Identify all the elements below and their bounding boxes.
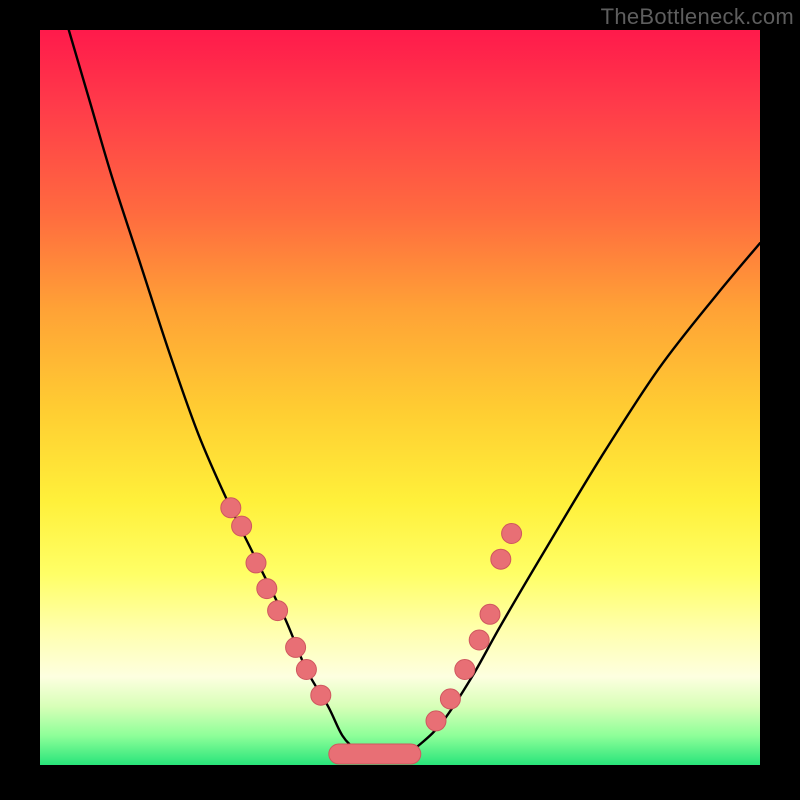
- data-point: [502, 524, 522, 544]
- watermark-label: TheBottleneck.com: [601, 4, 794, 30]
- data-point: [455, 660, 475, 680]
- valley-capsule-shape: [329, 744, 421, 764]
- valley-capsule: [329, 744, 421, 764]
- bottleneck-curve: [69, 30, 760, 759]
- data-point: [296, 660, 316, 680]
- data-point: [426, 711, 446, 731]
- data-point: [246, 553, 266, 573]
- data-point: [491, 549, 511, 569]
- data-point: [286, 637, 306, 657]
- data-point: [469, 630, 489, 650]
- data-point: [311, 685, 331, 705]
- plot-area: [40, 30, 760, 765]
- data-point: [480, 604, 500, 624]
- chart-svg: [40, 30, 760, 765]
- left-branch-dots: [221, 498, 331, 705]
- data-point: [257, 579, 277, 599]
- data-point: [268, 601, 288, 621]
- chart-frame: TheBottleneck.com: [0, 0, 800, 800]
- right-branch-dots: [426, 524, 522, 731]
- data-point: [221, 498, 241, 518]
- data-point: [440, 689, 460, 709]
- data-point: [232, 516, 252, 536]
